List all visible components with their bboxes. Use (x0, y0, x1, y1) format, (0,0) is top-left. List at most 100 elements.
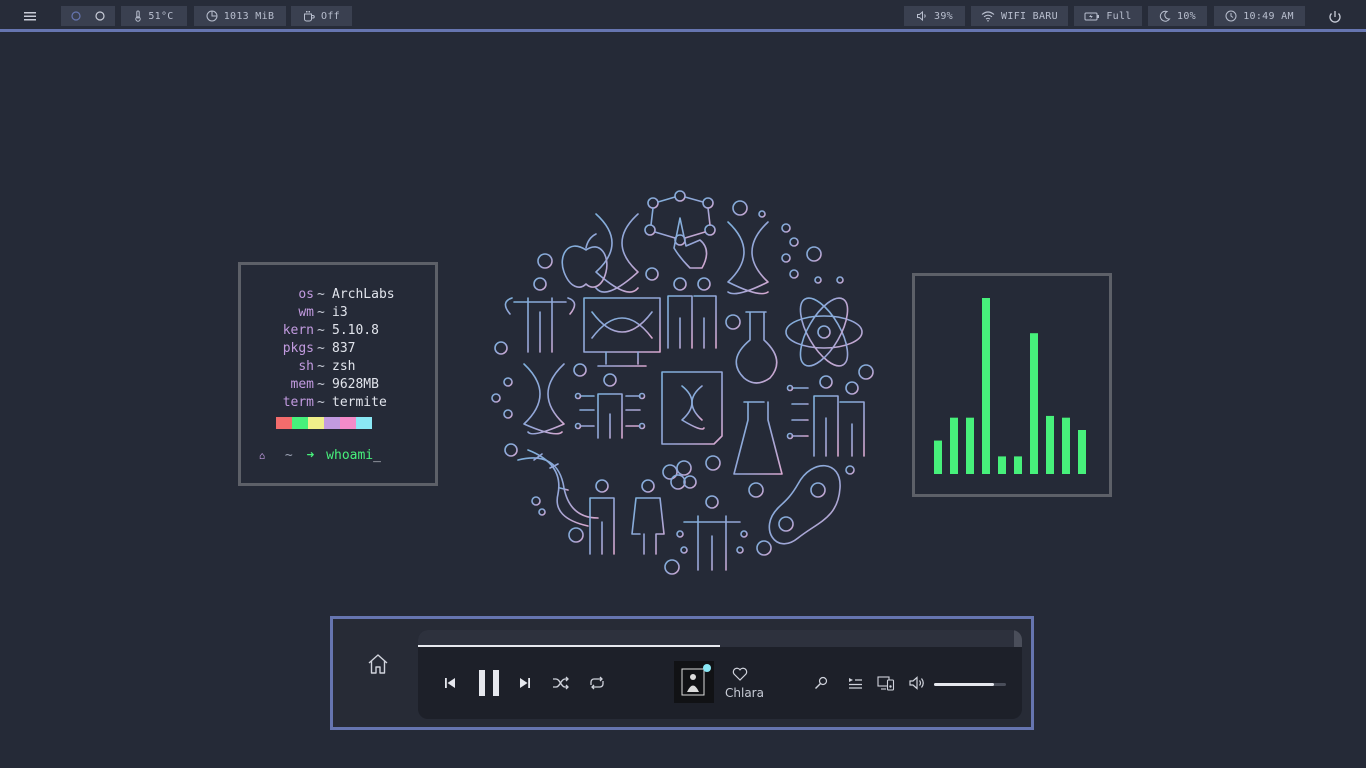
visualizer-bar (1078, 430, 1086, 474)
visualizer-bar (1030, 333, 1038, 474)
person-molecules-icon (676, 495, 748, 571)
info-separator: ~ (317, 323, 325, 338)
atom-icon (785, 297, 863, 367)
info-separator: ~ (317, 395, 325, 410)
audio-visualizer (912, 273, 1112, 497)
menu-icon[interactable] (22, 9, 38, 23)
home-icon: ⌂ (259, 451, 266, 462)
visualizer-bar (998, 456, 1006, 474)
clock-module[interactable]: 10:49 AM (1214, 6, 1305, 26)
prompt-directory: ~ (284, 448, 293, 463)
progress-fill (418, 645, 720, 647)
shuffle-icon (553, 676, 569, 690)
previous-icon (445, 678, 455, 688)
power-icon[interactable] (1327, 9, 1343, 25)
info-row-kern: kern ~ 5.10.8 (241, 322, 441, 340)
next-icon (520, 678, 530, 688)
shell-prompt: ⌂ ~ ➜ whoami_ (259, 448, 381, 463)
info-key: wm (298, 305, 314, 320)
pause-icon (479, 670, 499, 696)
info-separator: ~ (317, 287, 325, 302)
next-button[interactable] (516, 674, 534, 692)
volume-value: 39% (934, 10, 953, 22)
brightness-module[interactable]: 10% (1148, 6, 1207, 26)
info-value: 5.10.8 (332, 323, 379, 338)
wifi-icon (981, 11, 995, 22)
people-icon (667, 277, 717, 349)
info-separator: ~ (317, 305, 325, 320)
caffeine-module[interactable]: Off (291, 6, 352, 26)
system-info-panel: os ~ ArchLabs wm ~ i3 kern ~ 5.10.8 pkgs… (238, 262, 438, 486)
track-title[interactable]: Chlara (725, 686, 764, 700)
shuffle-button[interactable] (552, 674, 570, 692)
moon-icon (1159, 10, 1171, 22)
info-value: i3 (332, 305, 348, 320)
queue-icon (849, 678, 862, 689)
like-button[interactable] (732, 666, 748, 682)
color-swatch (356, 417, 372, 429)
visualizer-bar (1014, 456, 1022, 474)
previous-button[interactable] (442, 674, 458, 692)
color-swatch (324, 417, 340, 429)
info-value: 9628MB (332, 377, 379, 392)
science-icons-wallpaper (491, 190, 874, 575)
now-playing-bar: Chlara (418, 630, 1022, 719)
couple-icon (589, 479, 665, 555)
wifi-module[interactable]: WIFI BARU (971, 6, 1068, 26)
temperature-value: 51°C (148, 10, 174, 22)
devices-button[interactable] (876, 674, 896, 692)
visualizer-bars (934, 298, 1086, 474)
progress-track[interactable] (418, 630, 1022, 647)
clock-icon (1225, 10, 1237, 22)
prompt-command: whoami (326, 448, 374, 463)
document-dna-icon (661, 371, 723, 445)
info-separator: ~ (317, 341, 325, 356)
lyrics-button[interactable] (813, 674, 829, 692)
color-swatch (340, 417, 356, 429)
bacteria-icon (768, 464, 841, 545)
info-separator: ~ (317, 377, 325, 392)
dna-helix-icon (517, 449, 599, 527)
home-icon[interactable] (366, 652, 390, 676)
devices-icon (877, 676, 895, 691)
temperature-module[interactable]: 51°C (121, 6, 187, 26)
flask-icon (733, 311, 781, 384)
color-swatch (276, 417, 292, 429)
visualizer-bar (982, 298, 990, 474)
battery-charging-icon (1084, 12, 1100, 21)
info-key: os (298, 287, 314, 302)
workspace-1-icon[interactable] (71, 11, 81, 21)
progress-end-cap (1014, 630, 1022, 647)
dna-helix-icon (491, 363, 565, 435)
color-swatch (292, 417, 308, 429)
mute-button[interactable] (908, 674, 926, 692)
color-swatch (308, 417, 324, 429)
album-cover-image (674, 661, 714, 703)
volume-module[interactable]: 39% (904, 6, 965, 26)
info-key: pkgs (282, 341, 314, 356)
visualizer-bar (934, 440, 942, 474)
workspace-switcher[interactable] (61, 6, 115, 26)
info-row-mem: mem ~ 9628MB (241, 376, 441, 394)
battery-module[interactable]: Full (1074, 6, 1142, 26)
volume-slider[interactable] (934, 683, 1006, 686)
wifi-name: WIFI BARU (1001, 10, 1058, 22)
queue-button[interactable] (846, 674, 864, 692)
music-player: Chlara (330, 616, 1034, 730)
info-key: term (282, 395, 314, 410)
apple-icon (561, 233, 608, 288)
microphone-icon (815, 676, 828, 689)
battery-value: Full (1106, 10, 1132, 22)
visualizer-bar (950, 417, 958, 474)
repeat-button[interactable] (588, 674, 606, 692)
pause-button[interactable] (474, 668, 504, 698)
workspace-2-icon[interactable] (95, 11, 105, 21)
info-key: kern (282, 323, 314, 338)
info-value: zsh (332, 359, 356, 374)
coffee-cup-icon (304, 11, 315, 22)
info-row-sh: sh ~ zsh (241, 358, 441, 376)
album-art[interactable] (674, 661, 714, 703)
memory-module[interactable]: 1013 MiB (194, 6, 286, 26)
info-value: 837 (332, 341, 356, 356)
molecule-hand-icon (644, 190, 716, 269)
